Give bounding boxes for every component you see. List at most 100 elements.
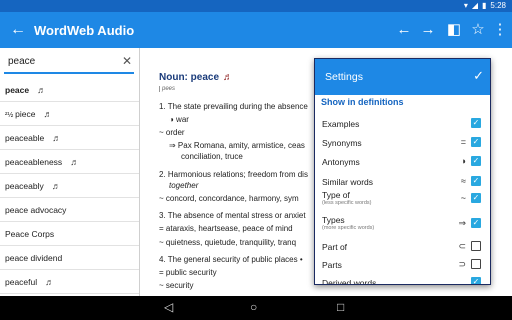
audio-play-icon[interactable]: ♬ [223,72,233,83]
nav-home-icon[interactable]: ○ [250,300,257,314]
setting-option-row[interactable]: Examples ✓ [315,114,490,133]
relation-symbol-icon: ~ [460,193,466,203]
setting-checkbox[interactable] [471,241,481,251]
setting-checkbox[interactable]: ✓ [471,176,481,186]
setting-option-row[interactable]: Parts ⊃ [315,255,490,274]
word-list-item[interactable]: ²½ piece ♬ [0,102,139,126]
bookmark-icon[interactable]: ◧ [444,20,464,40]
word-list-panel: peace ✕ peace ♬ ²½ piece ♬ peaceable ♬ peaceabl… [0,48,140,296]
setting-option-row[interactable]: Part of ⊂ [315,237,490,256]
definition-line: ~ quietness, quietude, tranquility, tran… [159,238,297,247]
audio-icon[interactable]: ♬ [52,133,61,143]
setting-option-row[interactable]: Types (more specific words) ⇒ ✓ [315,214,490,233]
setting-checkbox[interactable] [471,259,481,269]
word-label: peaceful [5,277,38,287]
audio-icon[interactable]: ♬ [44,109,53,119]
status-bar: ▾ ◢ ▮ 5:28 [0,0,512,12]
settings-section-title: Show in definitions [321,97,404,107]
word-list-item[interactable]: peace advocacy [0,198,139,222]
overflow-menu-icon[interactable]: ⋮ [490,20,510,40]
audio-icon[interactable]: ♬ [70,157,79,167]
audio-icon[interactable]: ♬ [37,85,46,95]
setting-label: Similar words [322,177,374,187]
setting-option-row[interactable]: Antonyms ◑ ✓ [315,152,490,171]
app-bar: ← WordWeb Audio ← → ◧ ☆ ⋮ [0,12,512,48]
setting-label: Derived words [322,278,377,285]
word-list: peace ♬ ²½ piece ♬ peaceable ♬ peaceableness ♬ pe… [0,78,139,294]
word-list-item[interactable]: peace ♬ [0,78,139,102]
setting-checkbox[interactable]: ✓ [471,156,481,166]
relation-symbol-icon: ⊃ [458,259,466,269]
word-list-item[interactable]: Peace Corps [0,222,139,246]
sound-alike-icon: ²½ [5,112,14,119]
setting-label-group: Similar words [322,177,373,187]
confirm-check-icon[interactable]: ✓ [473,68,484,84]
nav-back-icon[interactable]: ◁ [164,300,173,314]
relation-symbol-icon: ⇒ [458,218,466,228]
search-input[interactable]: peace [8,56,35,67]
setting-option-row[interactable]: Type of (less specific words) ~ ✓ [315,189,490,208]
word-label: peace dividend [5,253,63,263]
definition-line: = public security [159,268,217,277]
setting-checkbox[interactable]: ✓ [471,193,481,203]
definition-line: ~ security [159,281,194,290]
setting-option-row[interactable]: Synonyms = ✓ [315,133,490,152]
setting-label-group: Type of (less specific words) [322,190,372,206]
nav-recents-icon[interactable]: □ [337,300,344,314]
definition-line: conciliation, truce [181,152,243,161]
setting-label-group: Types (more specific words) [322,215,374,231]
settings-dialog: Settings ✓ Show in definitions Examples ✓… [314,58,491,285]
word-list-item[interactable]: peaceable ♬ [0,126,139,150]
setting-label-group: Antonyms [322,157,360,167]
word-list-item[interactable]: peaceably ♬ [0,174,139,198]
word-label: peace advocacy [5,205,67,215]
signal-icon: ◢ [471,1,479,10]
setting-checkbox[interactable]: ✓ [471,277,481,284]
audio-icon[interactable]: ♬ [45,277,54,287]
setting-label: Parts [322,260,342,270]
entry-heading: Noun: peace ♬ [159,72,233,83]
back-arrow-icon[interactable]: ← [10,20,26,40]
setting-option-row[interactable]: Derived words ✓ [315,273,490,285]
word-label: peaceable [5,133,45,143]
relation-symbol-icon: ⊂ [458,241,466,251]
setting-checkbox[interactable]: ✓ [471,137,481,147]
setting-label: Antonyms [322,157,360,167]
definition-line: 4. The general security of public places… [159,255,303,264]
word-list-item[interactable]: peaceableness ♬ [0,150,139,174]
relation-symbol-icon: ≈ [461,176,466,186]
audio-icon[interactable]: ♬ [52,181,61,191]
setting-checkbox[interactable]: ✓ [471,118,481,128]
setting-label: Types [322,215,345,225]
status-time: 5:28 [490,1,506,10]
history-back-icon[interactable]: ← [394,20,414,40]
history-forward-icon[interactable]: → [418,20,438,40]
definition-line: = ataraxis, heartsease, peace of mind [159,224,293,233]
settings-header: Settings ✓ [315,59,490,95]
word-list-item[interactable]: peaceful ♬ [0,270,139,294]
definition-line: ⇒ Pax Romana, amity, armistice, ceas [169,141,305,150]
definition-line: ~ concord, concordance, harmony, sym [159,194,299,203]
wifi-icon: ▾ [463,1,468,10]
definition-line: 3. The absence of mental stress or anxie… [159,211,306,220]
part-of-speech-label: Noun: peace [159,72,220,83]
favorite-star-icon[interactable]: ☆ [468,20,488,40]
settings-title: Settings [325,71,363,83]
setting-label: Synonyms [322,138,362,148]
clear-search-icon[interactable]: ✕ [122,54,132,68]
system-nav-bar: ◁ ○ □ [0,296,512,320]
setting-sublabel: (less specific words) [322,200,372,206]
setting-label: Type of [322,190,350,200]
pronunciation: pees [159,86,175,92]
setting-label-group: Synonyms [322,138,362,148]
setting-label-group: Part of [322,242,347,252]
setting-checkbox[interactable]: ✓ [471,218,481,228]
setting-label: Examples [322,119,360,129]
word-list-item[interactable]: peace dividend [0,246,139,270]
setting-label-group: Parts [322,260,342,270]
definition-line: together [169,181,199,190]
word-label: peace [5,85,30,95]
setting-sublabel: (more specific words) [322,225,375,231]
search-box[interactable]: peace ✕ [4,52,134,74]
relation-symbol-icon: = [460,137,466,147]
